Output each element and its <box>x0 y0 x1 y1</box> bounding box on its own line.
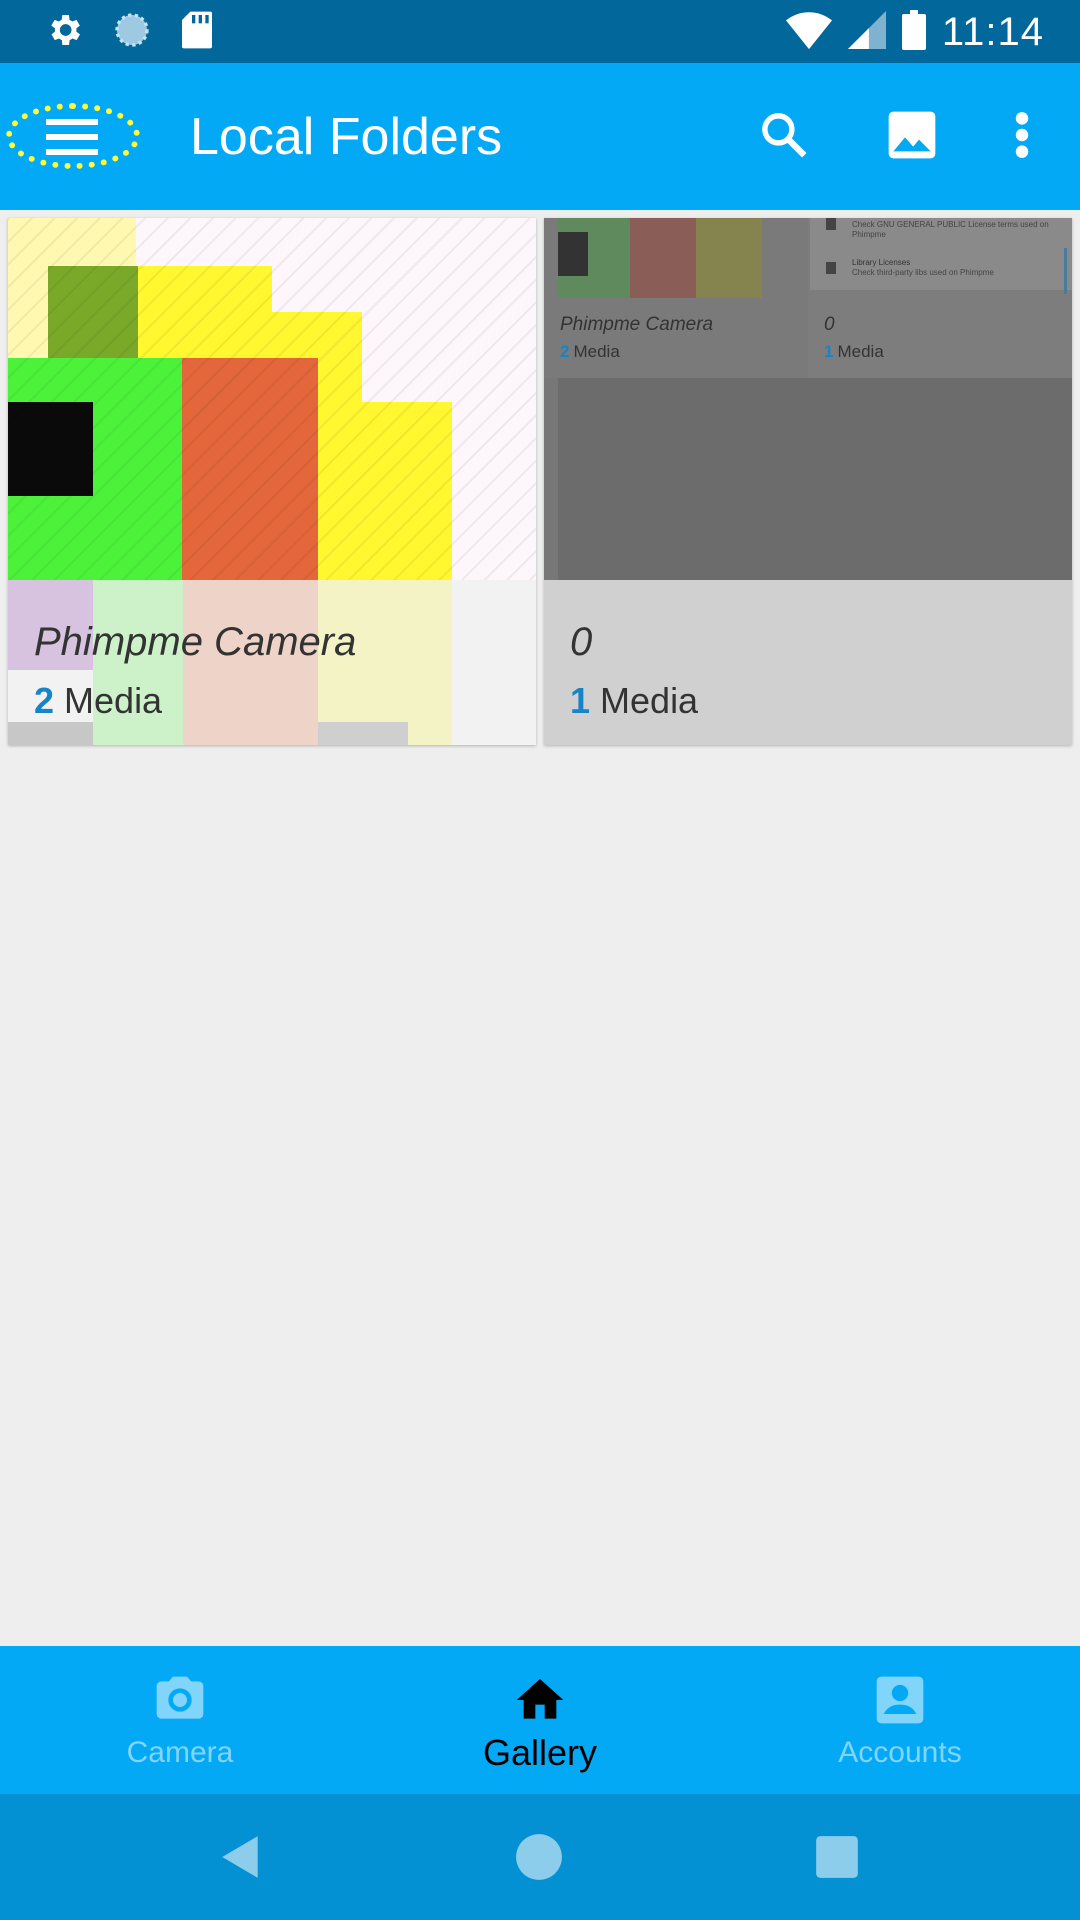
more-vert-icon <box>1015 112 1029 158</box>
folder-name: Phimpme Camera <box>34 620 357 664</box>
status-time: 11:14 <box>941 10 1044 54</box>
preview-list-item-title: Library Licenses <box>852 258 911 267</box>
camera-icon <box>156 1676 204 1719</box>
search-button[interactable] <box>752 103 816 167</box>
signal-icon <box>847 10 886 55</box>
preview-list-item: Library Licenses Check third-party libs … <box>852 258 1062 278</box>
app-bar: Local Folders <box>0 63 1080 210</box>
preview-folder-info: 0 1 Media <box>824 314 884 362</box>
preview-folder-info: Phimpme Camera 2 Media <box>560 314 713 362</box>
media-count-label: Media <box>64 680 163 721</box>
settings-icon <box>44 10 84 55</box>
wifi-icon <box>785 10 832 55</box>
preview-count-label: Media <box>573 342 620 361</box>
preview-list-item-subtitle: Check third-party libs used on Phimpme <box>852 268 994 277</box>
folder-media-count: 2 Media <box>34 680 162 722</box>
preview-folder-name: 0 <box>824 314 835 335</box>
more-options-button[interactable] <box>990 103 1054 167</box>
preview-list-item: Check GNU GENERAL PUBLIC License terms u… <box>852 220 1062 258</box>
image-icon <box>888 111 936 159</box>
search-icon <box>762 113 807 158</box>
nav-label: Camera <box>126 1736 234 1769</box>
folder-info: Phimpme Camera 2 Media <box>8 580 536 745</box>
preview-list: Check GNU GENERAL PUBLIC License terms u… <box>852 220 1062 278</box>
folder-card[interactable]: Check GNU GENERAL PUBLIC License terms u… <box>544 218 1072 745</box>
folder-thumbnail: Check GNU GENERAL PUBLIC License terms u… <box>544 218 1072 580</box>
folder-card[interactable]: Phimpme Camera 2 Media <box>8 218 536 745</box>
account-box-icon <box>876 1676 924 1724</box>
image-button[interactable] <box>880 103 944 167</box>
media-count-label: Media <box>600 680 699 721</box>
preview-folder-count: 1 Media <box>824 342 884 362</box>
home-circle-icon[interactable] <box>514 1832 564 1882</box>
nav-item-gallery[interactable]: Gallery <box>360 1646 720 1794</box>
status-bar: 11:14 <box>0 0 1080 63</box>
media-count-number: 1 <box>570 680 591 721</box>
preview-folder-count: 2 Media <box>560 342 713 362</box>
media-count-number: 2 <box>34 680 55 721</box>
folder-info: 0 1 Media <box>544 580 1072 745</box>
system-navigation-bar <box>0 1794 1080 1920</box>
nav-item-camera[interactable]: Camera <box>0 1646 360 1794</box>
bottom-navigation: Camera Gallery Accounts <box>0 1646 1080 1794</box>
nav-item-accounts[interactable]: Accounts <box>720 1646 1080 1794</box>
back-icon[interactable] <box>216 1832 266 1882</box>
folder-thumbnail <box>8 218 536 580</box>
page-title: Local Folders <box>190 108 503 166</box>
menu-icon <box>46 119 98 155</box>
nav-label: Gallery <box>482 1732 598 1773</box>
preview-count-label: Media <box>837 342 884 361</box>
preview-list-item-subtitle: Check GNU GENERAL PUBLIC License terms u… <box>852 220 1049 239</box>
preview-count-number: 1 <box>824 342 834 361</box>
folder-media-count: 1 Media <box>570 680 698 722</box>
preview-count-number: 2 <box>560 342 570 361</box>
folder-name: 0 <box>570 620 593 664</box>
sync-icon <box>112 10 152 55</box>
menu-button[interactable] <box>6 103 140 169</box>
home-icon <box>516 1679 564 1719</box>
recents-icon[interactable] <box>812 1832 862 1882</box>
preview-folder-name: Phimpme Camera <box>560 314 714 335</box>
nav-label: Accounts <box>838 1736 962 1769</box>
battery-icon <box>901 9 926 55</box>
sd-card-icon <box>180 10 214 55</box>
